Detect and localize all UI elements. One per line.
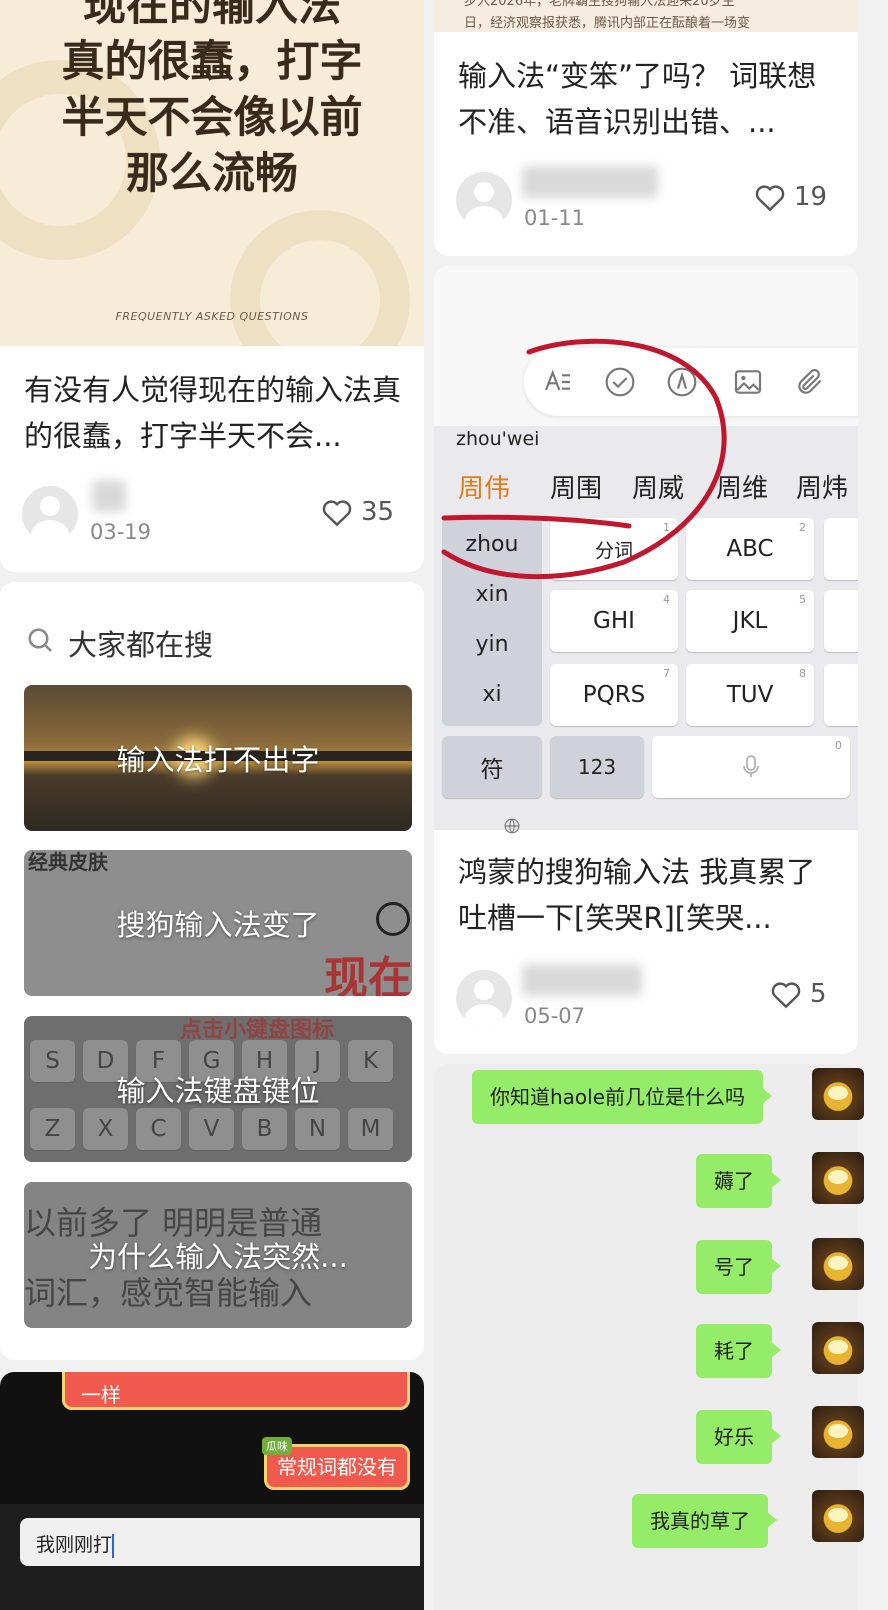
post-card-2[interactable]: 步入2026年，老牌霸主搜狗输入法迎来20岁生 日，经济观察报获悉，腾讯内部正在… [434,0,858,256]
author-name-blurred [92,480,126,512]
chat-bubble-red: 一样 [62,1372,410,1410]
smiley-icon [376,902,410,936]
search-suggestion-label: 为什么输入法突然... [88,1240,348,1274]
chat-bubble: 你知道haole前几位是什么吗 [472,1070,773,1124]
post-card-1[interactable]: 现在的输入法 真的很蠢，打字 半天不会像以前 那么流畅 FREQUENTLY A… [0,0,424,572]
like-count: 5 [810,979,827,1009]
post-title: 鸿蒙的搜狗输入法 我真累了 吐槽一下[笑哭R][笑哭... [458,855,816,935]
heart-icon [755,185,785,212]
post-cover-snippet: 步入2026年，老牌霸主搜狗输入法迎来20岁生 日，经济观察报获悉，腾讯内部正在… [434,0,858,32]
comment-input-bar[interactable]: 我刚刚打 [0,1504,424,1610]
chat-avatar [812,1406,864,1458]
tag-label: 瓜味 [262,1437,292,1455]
cover-footer: FREQUENTLY ASKED QUESTIONS [115,310,309,323]
chat-bubble: 好乐 [696,1410,781,1464]
like-button[interactable]: 35 [321,497,394,527]
search-suggestion-item[interactable]: 以前多了 明明是普通 词汇，感觉智能输入 为什么输入法突然... [24,1182,412,1328]
search-suggestion-item[interactable]: 输入法打不出字 [24,685,412,831]
cover-decoration [230,210,410,346]
search-suggestion-item[interactable]: 点击小键盘图标 S D F G H J K Z X C V B N M 输入法键… [24,1016,412,1162]
overlay-text: 经典皮肤 [28,850,108,874]
ime-screenshot: zhou'wei 周伟 周围 周威 周维 周炜 zhou xin yin xi … [434,266,858,834]
chat-screenshot-card[interactable]: 你知道haole前几位是什么吗 薅了 号了 耗了 好乐 我真的草了 [434,1064,858,1610]
search-suggestion-label: 输入法键盘键位 [116,1074,320,1108]
search-suggestions-card: 大家都在搜 输入法打不出字 经典皮肤 现在 搜狗输入法变了 点击小键盘图标 S … [0,582,424,1360]
text-input[interactable]: 我刚刚打 [20,1518,420,1566]
chat-avatar [812,1152,864,1204]
cover-line: 现在的输入法 [83,0,341,31]
search-suggestion-label: 输入法打不出字 [116,743,320,777]
post-cover-image: 现在的输入法 真的很蠢，打字 半天不会像以前 那么流畅 FREQUENTLY A… [0,0,424,346]
post-title: 输入法“变笨”了吗？ 词联想不准、语音识别出错、... [458,59,817,139]
chat-avatar [812,1490,864,1542]
post-card-3[interactable]: zhou'wei 周伟 周围 周威 周维 周炜 zhou xin yin xi … [434,266,858,1054]
post-date: 05-07 [524,1004,586,1028]
snippet-text: 日，经济观察报获悉，腾讯内部正在酝酿着一场变 [464,16,751,31]
like-button[interactable]: 19 [754,182,827,212]
cover-headline: 现在的输入法 真的很蠢，打字 半天不会像以前 那么流畅 [0,0,424,202]
bubble-text: 一样 [81,1383,121,1407]
chat-avatar [812,1068,864,1120]
avatar[interactable] [456,172,512,228]
chat-bubble: 耗了 [696,1324,781,1378]
text-cursor [112,1533,115,1558]
author-name-blurred [522,166,658,198]
avatar[interactable] [22,486,78,542]
cover-line: 半天不会像以前 [61,93,363,143]
search-suggestion-item[interactable]: 经典皮肤 现在 搜狗输入法变了 [24,850,412,996]
post-date: 03-19 [90,520,152,544]
overlay-text: 现在 [324,953,412,996]
like-button[interactable]: 5 [770,979,827,1009]
like-count: 19 [794,182,828,212]
red-circle-annotation [441,338,727,580]
video-post-card[interactable]: 一样 瓜味 常规词都没有 我刚刚打 [0,1372,424,1610]
input-value: 我刚刚打 [36,1534,113,1556]
avatar[interactable] [456,970,512,1026]
author-name-blurred [522,964,642,996]
heart-icon [771,982,801,1009]
heart-icon [322,500,352,527]
chat-avatar [812,1322,864,1374]
post-date: 01-11 [524,206,586,230]
chat-bubble: 号了 [696,1240,781,1294]
post-title: 有没有人觉得现在的输入法真的很蠢，打字半天不会... [24,373,402,453]
chat-bubble: 薅了 [696,1154,781,1208]
chat-bubble: 我真的草了 [632,1494,777,1548]
search-suggestion-label: 搜狗输入法变了 [116,908,320,942]
search-heading: 大家都在搜 [68,628,214,662]
like-count: 35 [361,497,395,527]
cover-line: 真的很蠢，打字 [61,37,363,87]
chat-avatar [812,1238,864,1290]
search-icon [28,628,52,652]
cover-line: 那么流畅 [126,149,298,199]
bubble-text: 常规词都没有 [277,1455,397,1479]
snippet-text: 步入2026年，老牌霸主搜狗输入法迎来20岁生 [464,0,735,9]
